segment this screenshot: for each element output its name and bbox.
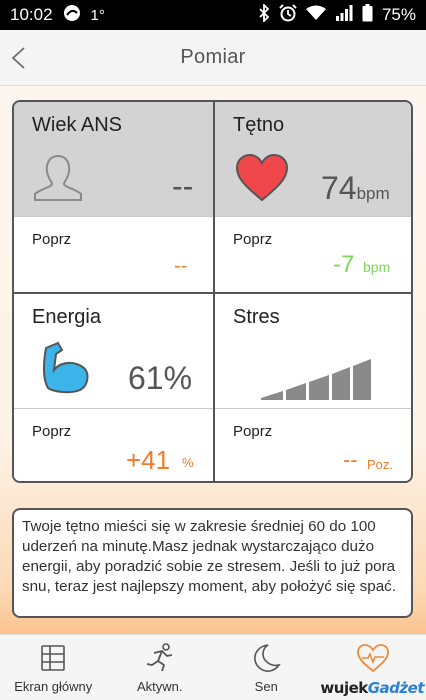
flexed-muscle-icon bbox=[42, 341, 89, 394]
stress-prev-value: -- bbox=[343, 447, 358, 472]
moon-icon bbox=[254, 644, 282, 672]
signal-icon bbox=[335, 4, 353, 26]
energy-prev-unit: % bbox=[182, 455, 194, 470]
bluetooth-icon bbox=[258, 2, 270, 27]
heart-rate-label: Tętno bbox=[233, 114, 285, 136]
bottom-navigation: Ekran główny Aktywn. Sen wujekGadżet bbox=[0, 634, 426, 700]
heart-rate-previous: Poprz -7 bpm bbox=[215, 217, 411, 292]
nav-label-sleep: Sen bbox=[254, 679, 278, 694]
stress-level-bars bbox=[261, 359, 371, 400]
stress-prev-unit: Poz. bbox=[367, 457, 394, 472]
status-bar: 10:02 1° 75% bbox=[0, 0, 426, 30]
ans-age-card[interactable]: Wiek ANS -- bbox=[14, 102, 213, 216]
user-silhouette-icon bbox=[34, 154, 82, 201]
ans-age-label: Wiek ANS bbox=[32, 114, 123, 136]
measurement-panel: Wiek ANS -- Tętno 74bpm Poprz -- Poprz -… bbox=[0, 86, 426, 634]
alarm-icon bbox=[279, 3, 297, 27]
heart-rate-card[interactable]: Tętno 74bpm bbox=[215, 102, 411, 216]
watermark-logo: wujekGadżet bbox=[320, 679, 424, 697]
stress-previous: Poprz -- Poz. bbox=[215, 409, 411, 481]
energy-card[interactable]: Energia 61% bbox=[14, 294, 213, 408]
running-person-icon bbox=[146, 643, 172, 672]
nav-item-activity[interactable]: Aktywn. bbox=[107, 635, 214, 700]
heart-rate-prev-value: -7 bbox=[333, 251, 355, 278]
nav-label-home: Ekran główny bbox=[14, 679, 93, 694]
stress-bar bbox=[309, 375, 329, 400]
stress-prev-label: Poprz bbox=[233, 423, 273, 440]
weather-app-icon bbox=[63, 4, 81, 27]
energy-prev-value: +41 bbox=[126, 445, 171, 475]
chevron-left-icon bbox=[11, 47, 25, 69]
home-grid-icon bbox=[41, 645, 66, 671]
stress-bar bbox=[261, 391, 283, 400]
heart-rate-unit: bpm bbox=[356, 184, 390, 203]
heart-rate-prev-unit: bpm bbox=[363, 259, 391, 275]
advice-text: Twoje tętno mieści się w zakresie średni… bbox=[22, 518, 396, 595]
ans-age-previous: Poprz -- bbox=[14, 217, 213, 292]
stress-label: Stres bbox=[233, 306, 280, 328]
energy-prev-label: Poprz bbox=[32, 423, 72, 440]
page-title: Pomiar bbox=[180, 46, 246, 68]
heart-icon bbox=[235, 154, 289, 202]
status-time: 10:02 bbox=[10, 5, 53, 24]
stress-card[interactable]: Stres bbox=[215, 294, 411, 408]
ans-age-value: -- bbox=[172, 168, 194, 204]
energy-value: 61% bbox=[128, 360, 193, 396]
back-button[interactable] bbox=[4, 40, 32, 76]
heart-pulse-icon bbox=[356, 644, 389, 673]
metrics-grid: Wiek ANS -- Tętno 74bpm Poprz -- Poprz -… bbox=[12, 100, 413, 483]
wifi-icon bbox=[305, 5, 326, 26]
battery-icon bbox=[362, 3, 373, 27]
stress-bar bbox=[332, 367, 350, 400]
advice-box: Twoje tętno mieści się w zakresie średni… bbox=[12, 508, 413, 618]
heart-rate-prev-label: Poprz bbox=[233, 231, 273, 248]
battery-percent: 75% bbox=[381, 5, 416, 24]
watermark-part2: Gadżet bbox=[367, 679, 425, 697]
status-temperature: 1° bbox=[90, 6, 105, 24]
energy-previous: Poprz +41 % bbox=[14, 409, 213, 481]
ans-age-prev-value: -- bbox=[174, 255, 188, 277]
heart-rate-reading: 74bpm bbox=[321, 170, 390, 207]
ans-age-prev-label: Poprz bbox=[32, 231, 72, 248]
nav-item-sleep[interactable]: Sen bbox=[213, 635, 320, 700]
stress-bar bbox=[286, 383, 306, 400]
nav-item-home[interactable]: Ekran główny bbox=[0, 635, 107, 700]
stress-bar bbox=[353, 359, 371, 400]
app-header: Pomiar bbox=[0, 30, 426, 86]
energy-label: Energia bbox=[32, 306, 101, 328]
nav-label-activity: Aktywn. bbox=[136, 679, 183, 694]
divider bbox=[213, 102, 215, 481]
watermark-part1: wujek bbox=[320, 679, 368, 697]
heart-rate-value: 74 bbox=[321, 170, 357, 206]
